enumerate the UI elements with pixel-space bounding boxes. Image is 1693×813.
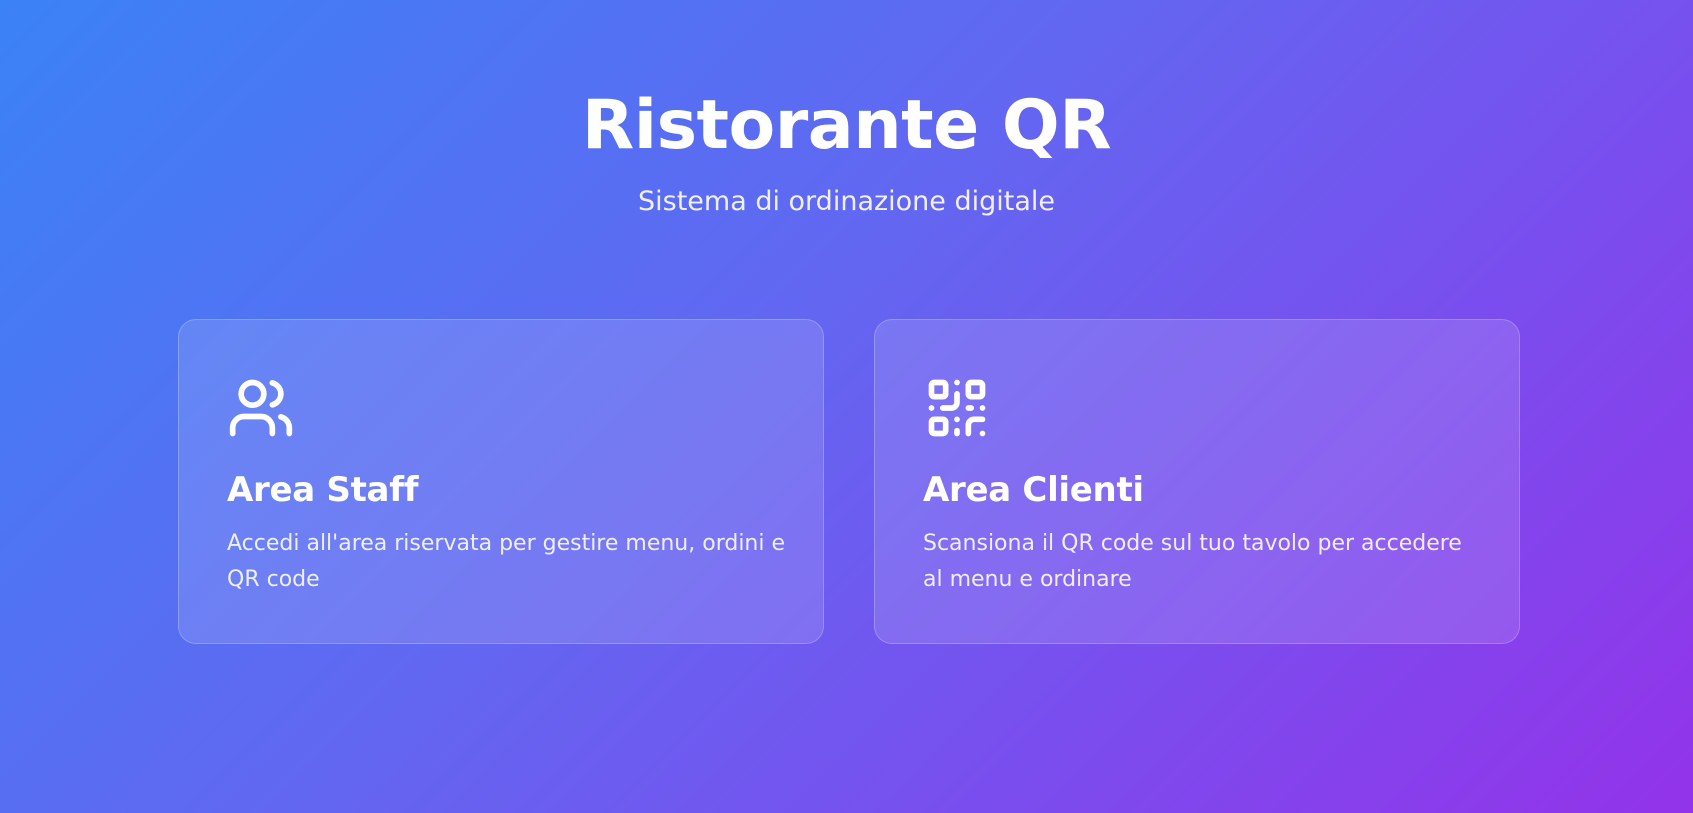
staff-area-title: Area Staff xyxy=(227,470,419,510)
client-area-card[interactable]: Area Clienti Scansiona il QR code sul tu… xyxy=(874,319,1520,644)
page-subtitle: Sistema di ordinazione digitale xyxy=(637,186,1056,217)
page-title: Ristorante QR xyxy=(581,86,1112,165)
staff-area-card[interactable]: Area Staff Accedi all'area riservata per… xyxy=(178,319,824,644)
qr-code-icon xyxy=(923,374,991,442)
client-area-title: Area Clienti xyxy=(923,470,1144,510)
client-area-description: Scansiona il QR code sul tuo tavolo per … xyxy=(923,531,1462,592)
staff-area-description: Accedi all'area riservata per gestire me… xyxy=(227,531,786,592)
users-icon xyxy=(227,374,295,442)
